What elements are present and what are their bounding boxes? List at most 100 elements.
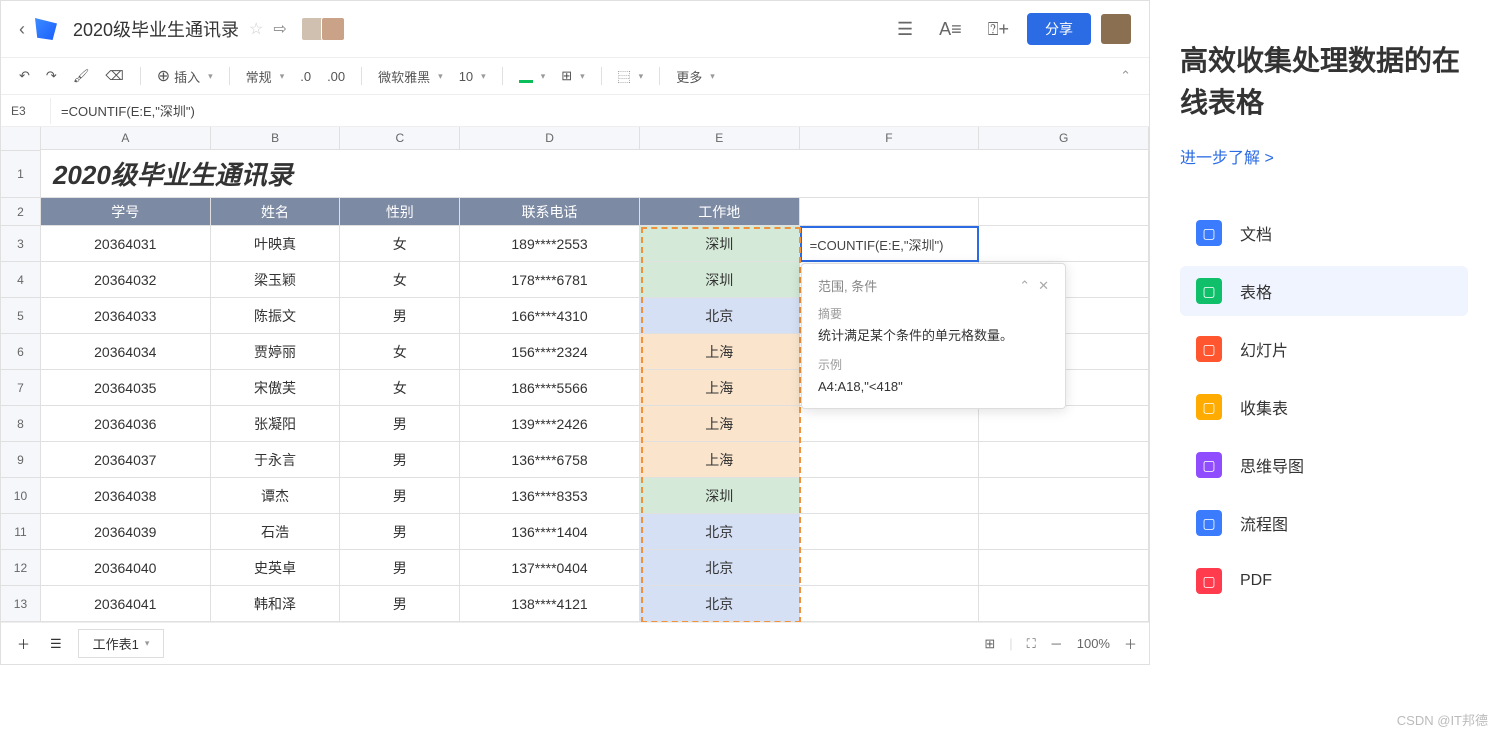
document-title[interactable]: 2020级毕业生通讯录 xyxy=(73,16,239,42)
add-user-icon[interactable]: ⍰+ xyxy=(980,15,1017,44)
row-header[interactable]: 7 xyxy=(1,370,41,406)
cell[interactable] xyxy=(979,586,1149,622)
fill-color-menu[interactable] xyxy=(519,69,546,83)
product-menu-item[interactable]: ▢PDF xyxy=(1180,556,1468,606)
cell-city[interactable]: 北京 xyxy=(640,298,800,334)
cell-id[interactable]: 20364034 xyxy=(41,334,211,370)
cell-phone[interactable]: 136****1404 xyxy=(460,514,640,550)
learn-more-link[interactable]: 进一步了解 > xyxy=(1180,144,1468,168)
cell-gender[interactable]: 女 xyxy=(340,262,460,298)
cell[interactable] xyxy=(800,478,980,514)
cell-gender[interactable]: 男 xyxy=(340,478,460,514)
cell-phone[interactable]: 178****6781 xyxy=(460,262,640,298)
table-header[interactable]: 学号 xyxy=(41,198,211,226)
cell[interactable] xyxy=(979,442,1149,478)
cell-phone[interactable]: 138****4121 xyxy=(460,586,640,622)
cell[interactable] xyxy=(800,442,980,478)
user-avatar[interactable] xyxy=(1101,14,1131,44)
cell-city[interactable]: 深圳 xyxy=(640,478,800,514)
add-sheet-icon[interactable]: ＋ xyxy=(13,632,34,655)
row-header[interactable]: 11 xyxy=(1,514,41,550)
cell-city[interactable]: 上海 xyxy=(640,406,800,442)
text-format-icon[interactable]: A≡ xyxy=(931,15,970,44)
cell-id[interactable]: 20364032 xyxy=(41,262,211,298)
cell-id[interactable]: 20364037 xyxy=(41,442,211,478)
row-header[interactable]: 1 xyxy=(1,150,41,198)
cell-city[interactable]: 深圳 xyxy=(640,226,800,262)
cell-gender[interactable]: 男 xyxy=(340,442,460,478)
cell-reference[interactable]: E3 xyxy=(1,98,51,124)
font-menu[interactable]: 微软雅黑 xyxy=(378,67,443,86)
cell-id[interactable]: 20364036 xyxy=(41,406,211,442)
cell-city[interactable]: 北京 xyxy=(640,514,800,550)
row-header[interactable]: 4 xyxy=(1,262,41,298)
cell[interactable] xyxy=(800,198,980,226)
folder-icon[interactable]: ⇨ xyxy=(273,19,286,39)
product-menu-item[interactable]: ▢文档 xyxy=(1180,208,1468,258)
cell-gender[interactable]: 女 xyxy=(340,226,460,262)
cell-city[interactable]: 上海 xyxy=(640,370,800,406)
list-icon[interactable]: ☰ xyxy=(889,15,921,44)
column-header[interactable]: E xyxy=(640,127,800,150)
font-size-menu[interactable]: 10 xyxy=(459,69,486,84)
row-header[interactable]: 5 xyxy=(1,298,41,334)
star-icon[interactable]: ☆ xyxy=(249,19,263,39)
cell-city[interactable]: 上海 xyxy=(640,442,800,478)
cell[interactable] xyxy=(979,226,1149,262)
cell-phone[interactable]: 189****2553 xyxy=(460,226,640,262)
cell-gender[interactable]: 男 xyxy=(340,550,460,586)
column-header[interactable]: A xyxy=(41,127,211,150)
cell-gender[interactable]: 女 xyxy=(340,370,460,406)
table-header[interactable]: 性别 xyxy=(340,198,460,226)
row-header[interactable]: 13 xyxy=(1,586,41,622)
row-header[interactable]: 3 xyxy=(1,226,41,262)
cell-phone[interactable]: 139****2426 xyxy=(460,406,640,442)
cell[interactable] xyxy=(979,478,1149,514)
collaborator-avatars[interactable] xyxy=(305,17,345,41)
cell-phone[interactable]: 156****2324 xyxy=(460,334,640,370)
cell[interactable] xyxy=(800,406,980,442)
cell-gender[interactable]: 男 xyxy=(340,514,460,550)
cell-name[interactable]: 史英卓 xyxy=(211,550,341,586)
cell-name[interactable]: 陈振文 xyxy=(211,298,341,334)
row-header[interactable]: 2 xyxy=(1,198,41,226)
undo-icon[interactable]: ↶ xyxy=(19,68,30,84)
cell-city[interactable]: 北京 xyxy=(640,550,800,586)
borders-menu[interactable]: ⊞ xyxy=(561,68,584,84)
cell-id[interactable]: 20364035 xyxy=(41,370,211,406)
product-menu-item[interactable]: ▢表格 xyxy=(1180,266,1468,316)
cell-id[interactable]: 20364041 xyxy=(41,586,211,622)
cell-name[interactable]: 梁玉颖 xyxy=(211,262,341,298)
cell-name[interactable]: 谭杰 xyxy=(211,478,341,514)
column-header[interactable]: C xyxy=(340,127,460,150)
row-header[interactable]: 6 xyxy=(1,334,41,370)
number-format-menu[interactable]: 常规 xyxy=(246,67,285,86)
zoom-in-icon[interactable]: ＋ xyxy=(1124,634,1137,653)
back-arrow-icon[interactable]: ‹ xyxy=(19,19,25,40)
redo-icon[interactable]: ↷ xyxy=(46,68,57,84)
cell[interactable] xyxy=(979,406,1149,442)
cell-name[interactable]: 贾婷丽 xyxy=(211,334,341,370)
collapse-hint-icon[interactable]: ⌃ xyxy=(1019,278,1030,294)
cell-name[interactable]: 宋傲芙 xyxy=(211,370,341,406)
paint-format-icon[interactable]: 🖌 xyxy=(73,68,90,84)
column-header[interactable]: F xyxy=(800,127,980,150)
cell[interactable] xyxy=(979,514,1149,550)
column-header[interactable]: B xyxy=(211,127,341,150)
column-header[interactable]: G xyxy=(979,127,1149,150)
table-header[interactable]: 联系电话 xyxy=(460,198,640,226)
cell-gender[interactable]: 男 xyxy=(340,406,460,442)
cell-id[interactable]: 20364031 xyxy=(41,226,211,262)
fullscreen-icon[interactable]: ⛶ xyxy=(1027,636,1036,652)
cell[interactable] xyxy=(800,586,980,622)
select-all-corner[interactable] xyxy=(1,127,41,151)
product-menu-item[interactable]: ▢流程图 xyxy=(1180,498,1468,548)
cell-city[interactable]: 深圳 xyxy=(640,262,800,298)
sheet-grid[interactable]: ABCDEFG 12020级毕业生通讯录2学号姓名性别联系电话工作地320364… xyxy=(1,127,1149,622)
column-header[interactable]: D xyxy=(460,127,640,150)
cell-name[interactable]: 张凝阳 xyxy=(211,406,341,442)
cell-city[interactable]: 上海 xyxy=(640,334,800,370)
clear-format-icon[interactable]: ⌫ xyxy=(105,68,123,84)
cell-city[interactable]: 北京 xyxy=(640,586,800,622)
cell-phone[interactable]: 136****6758 xyxy=(460,442,640,478)
